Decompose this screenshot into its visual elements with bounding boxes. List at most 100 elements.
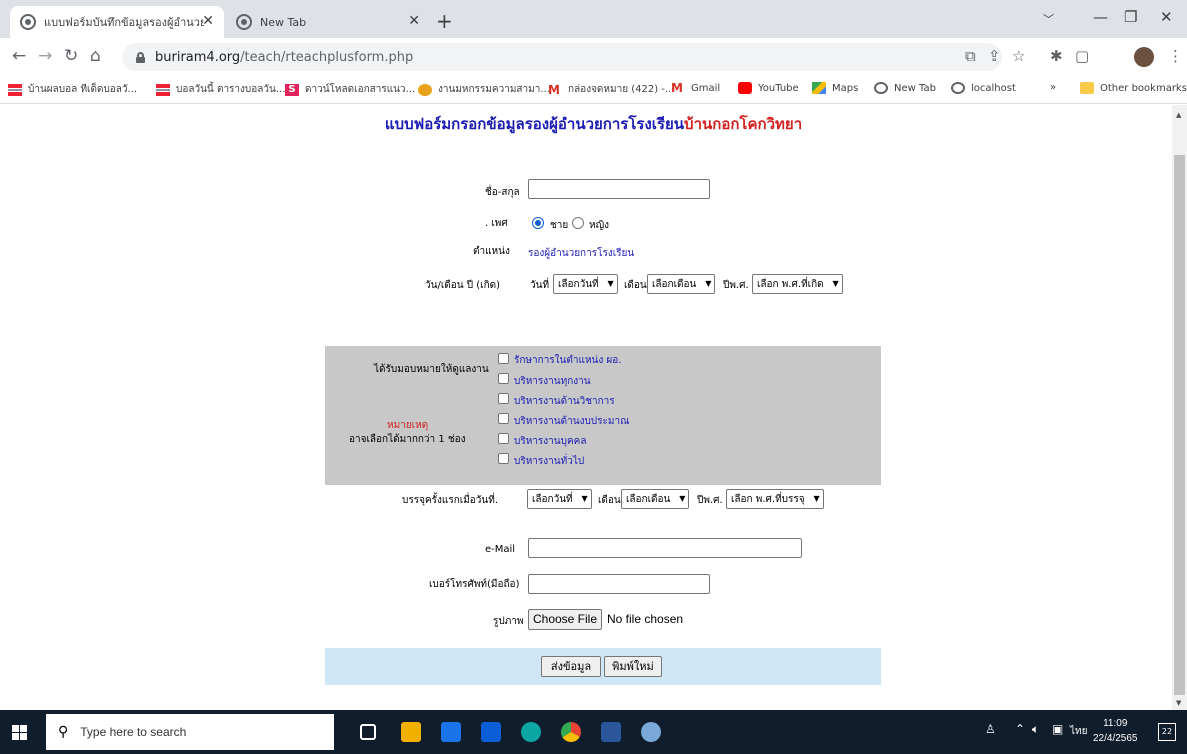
gender-label: . เพศ (485, 218, 508, 229)
choose-file-button[interactable]: Choose File (528, 609, 602, 630)
chrome-icon[interactable] (561, 722, 581, 742)
people-icon[interactable]: ♙ (985, 722, 996, 736)
duty-checkbox-academic[interactable] (498, 393, 509, 404)
appointment-label: บรรจุครั้งแรกเมื่อวันที่. (402, 495, 499, 506)
duty-checkbox-personnel[interactable] (498, 433, 509, 444)
gender-female-label: หญิง (589, 220, 609, 231)
browser-toolbar: ← → ↻ ⌂ buriram4.org/teach/rteachplusfor… (0, 38, 1187, 76)
s-logo-icon: S (285, 83, 299, 96)
folder-icon (1080, 82, 1094, 94)
page-title: แบบฟอร์มกรอกข้อมูลรองผู้อำนวยการโรงเรียน… (384, 115, 803, 133)
bookmark-item[interactable]: บ้านผลบอล ทีเด็ดบอลวั... (8, 82, 137, 97)
duty-checkbox-budget[interactable] (498, 413, 509, 424)
submit-button[interactable]: ส่งข้อมูล (541, 656, 601, 677)
mail-icon[interactable] (441, 722, 461, 742)
bookmark-item[interactable]: M กล่องจดหมาย (422) -... (548, 82, 674, 97)
lock-icon[interactable] (136, 51, 145, 63)
forward-button[interactable]: → (38, 47, 52, 65)
other-bookmarks[interactable]: Other bookmarks (1080, 82, 1187, 94)
notification-center[interactable]: 22 (1158, 723, 1176, 741)
gender-male-label: ชาย (550, 220, 569, 231)
page-viewport: แบบฟอร์มกรอกข้อมูลรองผู้อำนวยการโรงเรียน… (0, 105, 1172, 710)
appoint-year-select[interactable]: เลือก พ.ศ.ที่บรรจุ (726, 489, 824, 509)
side-panel-icon[interactable]: ▢ (1075, 48, 1089, 64)
volume-icon[interactable]: 🔈︎ (1032, 722, 1039, 737)
birth-day-select[interactable]: เลือกวันที่ (553, 274, 618, 294)
reset-button[interactable]: พิมพ์ใหม่ (604, 656, 662, 677)
close-tab-icon[interactable]: ✕ (408, 13, 420, 29)
duty-label: บริหารงานด้านวิชาการ (514, 396, 615, 407)
bookmark-item[interactable]: S ดาวน์โหลดเอกสารแนว... (285, 82, 415, 97)
bookmark-item[interactable]: New Tab (874, 82, 936, 94)
tab-new-tab[interactable]: New Tab ✕ (226, 6, 430, 38)
camera-icon[interactable]: ▣ (1052, 722, 1063, 736)
birth-month-select[interactable]: เลือกเดือน (647, 274, 716, 294)
email-input[interactable] (528, 538, 802, 558)
search-placeholder: Type here to search (80, 725, 187, 739)
translate-icon[interactable]: ⧉ (965, 48, 976, 64)
home-button[interactable]: ⌂ (90, 47, 101, 65)
tab-form[interactable]: แบบฟอร์มบันทึกข้อมูลรองผู้อำนวยการโ ✕ (10, 6, 224, 38)
gender-male-radio[interactable] (532, 217, 544, 229)
close-window-button[interactable]: ✕ (1160, 8, 1173, 26)
name-input[interactable] (528, 179, 710, 199)
scroll-up-arrow[interactable]: ▲ (1176, 111, 1181, 119)
back-button[interactable]: ← (12, 47, 26, 65)
phone-label: เบอร์โทรศัพท์(มือถือ) (429, 579, 520, 590)
word-icon[interactable] (601, 722, 621, 742)
no-file-text: No file chosen (607, 612, 684, 626)
minimize-button[interactable]: — (1093, 8, 1108, 26)
bookmarks-overflow[interactable]: » (1050, 82, 1056, 93)
bookmark-item[interactable]: localhost (951, 82, 1016, 94)
bookmark-item[interactable]: M Gmail (671, 82, 720, 94)
bookmark-star-icon[interactable]: ☆ (1012, 48, 1025, 64)
note-text: อาจเลือกได้มากกว่า 1 ช่อง (349, 434, 466, 445)
show-hidden-icons[interactable]: ⌃ (1015, 722, 1025, 736)
birthdate-label: วัน/เดือน ปี (เกิด) (425, 280, 501, 291)
taskbar-search-box[interactable]: ⚲ Type here to search (46, 714, 334, 750)
bookmark-item[interactable]: YouTube (738, 82, 799, 94)
email-label: e-Mail (485, 544, 516, 555)
position-value: รองผู้อำนวยการโรงเรียน (528, 248, 635, 259)
position-label: ตำแหน่ง (473, 246, 510, 257)
new-tab-button[interactable]: + (436, 11, 453, 31)
thai-flag-icon (8, 83, 22, 96)
duty-checkbox-all[interactable] (498, 373, 509, 384)
bookmark-item[interactable]: Maps (812, 82, 858, 94)
duty-label: รักษาการในตำแหน่ง ผอ. (514, 355, 622, 366)
birth-year-select[interactable]: เลือก พ.ศ.ที่เกิด (752, 274, 843, 294)
duty-checkbox-general[interactable] (498, 453, 509, 464)
edge-icon[interactable] (521, 722, 541, 742)
file-explorer-icon[interactable] (401, 722, 421, 742)
extensions-icon[interactable]: ✱ (1050, 48, 1063, 64)
language-indicator[interactable]: ไทย (1070, 724, 1087, 739)
gender-female-radio[interactable] (572, 217, 584, 229)
tab-search-icon[interactable]: ﹀ (1043, 11, 1054, 27)
taskbar-clock[interactable]: 11:09 22/4/2565 (1093, 716, 1138, 746)
share-icon[interactable]: ⇪ (988, 48, 1001, 64)
duty-label: บริหารงานด้านงบประมาณ (514, 416, 630, 427)
clock-time: 11:09 (1103, 718, 1128, 729)
page-scrollbar[interactable]: ▲ ▼ (1172, 105, 1187, 710)
restore-button[interactable]: ❐ (1124, 8, 1137, 26)
duty-label: บริหารงานบุคคล (514, 436, 587, 447)
task-view-icon[interactable] (360, 724, 376, 740)
bookmark-item[interactable]: งานมหกรรมความสามา... (418, 82, 550, 97)
profile-avatar[interactable] (1134, 47, 1154, 67)
gmail-icon: M (671, 81, 683, 95)
duty-checkbox-acting-director[interactable] (498, 353, 509, 364)
bookmark-item[interactable]: บอลวันนี้ ตารางบอลวัน... (156, 82, 285, 97)
month-label: เดือน (624, 280, 647, 291)
scroll-thumb[interactable] (1174, 155, 1185, 695)
phone-input[interactable] (528, 574, 710, 594)
close-tab-icon[interactable]: ✕ (202, 13, 214, 29)
store-icon[interactable] (481, 722, 501, 742)
appoint-month-select[interactable]: เลือกเดือน (621, 489, 690, 509)
menu-icon[interactable]: ⋮ (1168, 48, 1183, 64)
reload-button[interactable]: ↻ (64, 47, 78, 65)
scroll-down-arrow[interactable]: ▼ (1176, 699, 1181, 707)
paint-icon[interactable] (641, 722, 661, 742)
appoint-day-select[interactable]: เลือกวันที่ (527, 489, 592, 509)
address-bar[interactable]: buriram4.org/teach/rteachplusform.php (122, 43, 1002, 71)
windows-start-icon[interactable] (12, 725, 27, 740)
